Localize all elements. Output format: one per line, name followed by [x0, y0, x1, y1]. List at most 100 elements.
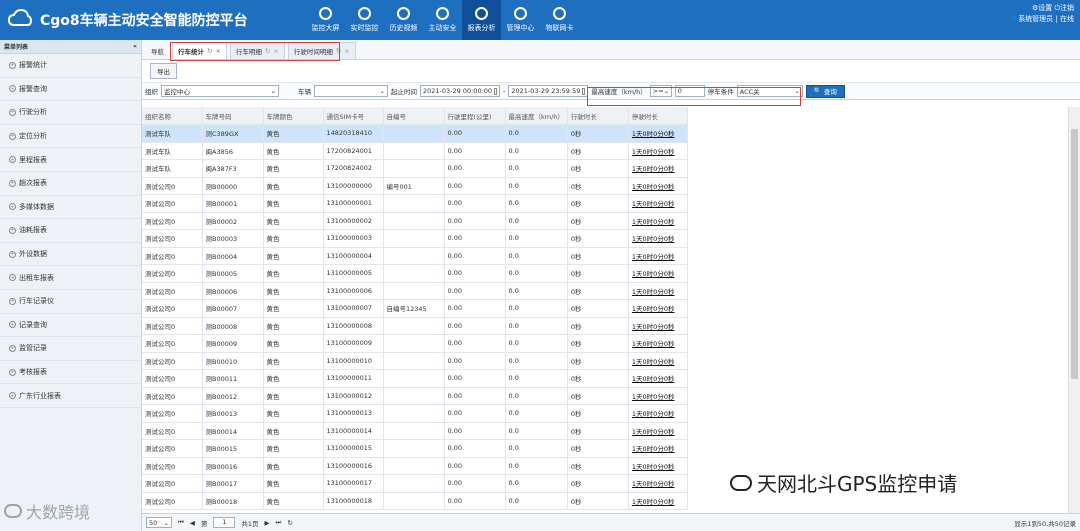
table-cell: 测B00017: [202, 474, 264, 493]
sidebar-item[interactable]: + 趟次报表: [0, 172, 141, 196]
table-row[interactable]: 测试公司0 测B00003 黄色 13100000003 0.00 0.0 0秒 1天0时0分…: [142, 229, 688, 248]
sidebar-item[interactable]: + 定位分析: [0, 125, 141, 149]
park-duration-link[interactable]: 1天0时0分0秒: [628, 439, 688, 458]
nav-item-4[interactable]: 报表分析: [462, 0, 501, 40]
column-header[interactable]: 行驶时长: [567, 107, 629, 125]
sidebar-item[interactable]: + 广东行业报表: [0, 384, 141, 408]
table-row[interactable]: 测试车队 闽A387F3 黄色 17200824002 0.00 0.0 0秒 1天0时0分0…: [142, 159, 688, 178]
column-header[interactable]: 通信SIM卡号: [323, 107, 384, 125]
query-button[interactable]: 🔍 查询: [805, 84, 845, 98]
collapse-icon[interactable]: «: [133, 43, 137, 50]
park-duration-link[interactable]: 1天0时0分0秒: [628, 124, 688, 143]
park-duration-link[interactable]: 1天0时0分0秒: [628, 142, 688, 160]
park-duration-link[interactable]: 1天0时0分0秒: [628, 247, 688, 265]
table-row[interactable]: 测试公司0 测B00000 黄色 13100000000 编号001 0.00 0.0 0秒 1…: [142, 177, 688, 195]
org-select[interactable]: 监控中心 ⌄: [161, 85, 279, 97]
column-header[interactable]: 最高速度（km/h）: [505, 107, 568, 125]
sidebar-item[interactable]: + 行驶分析: [0, 101, 141, 125]
table-row[interactable]: 测试公司0 测B00014 黄色 13100000014 0.00 0.0 0秒 1天0时0分…: [142, 422, 688, 440]
park-duration-link[interactable]: 1天0时0分0秒: [628, 212, 688, 230]
table-row[interactable]: 测试公司0 测B00010 黄色 13100000010 0.00 0.0 0秒 1天0时0分…: [142, 352, 688, 370]
calendar-icon[interactable]: [582, 87, 586, 95]
scrollbar-thumb[interactable]: [1071, 129, 1078, 379]
table-row[interactable]: 测试公司0 测B00011 黄色 13100000011 0.00 0.0 0秒 1天0时0分…: [142, 369, 688, 388]
table-row[interactable]: 测试公司0 测B00013 黄色 13100000013 0.00 0.0 0秒 1天0时0分…: [142, 404, 688, 423]
nav-item-5[interactable]: 管理中心: [501, 0, 540, 40]
park-duration-link[interactable]: 1天0时0分0秒: [628, 282, 688, 300]
calendar-icon[interactable]: [494, 87, 497, 95]
table-cell: [383, 282, 445, 300]
close-icon[interactable]: ×: [344, 47, 349, 55]
table-row[interactable]: 测试公司0 测B00017 黄色 13100000017 0.00 0.0 0秒 1天0时0分…: [142, 474, 688, 493]
park-duration-link[interactable]: 1天0时0分0秒: [628, 334, 688, 353]
table-cell: 黄色: [263, 177, 324, 195]
last-page-icon[interactable]: ⏭: [276, 518, 282, 527]
column-header[interactable]: 行驶里程(公里): [444, 107, 506, 125]
nav-item-0[interactable]: 监控大屏: [306, 0, 345, 40]
table-row[interactable]: 测试公司0 测B00007 黄色 13100000007 自编号12345 0.00 0.0…: [142, 299, 688, 318]
prev-page-icon[interactable]: ◀: [190, 519, 195, 527]
first-page-icon[interactable]: ⏮: [178, 518, 184, 527]
start-time-input[interactable]: 2021-03-29 00:00:00: [420, 85, 500, 97]
park-duration-link[interactable]: 1天0时0分0秒: [628, 229, 688, 248]
table-row[interactable]: 测试车队 闽A3856 黄色 17200824001 0.00 0.0 0秒 1天0时0分0秒: [142, 142, 688, 160]
park-duration-link[interactable]: 1天0时0分0秒: [628, 317, 688, 335]
park-duration-link[interactable]: 1天0时0分0秒: [628, 369, 688, 388]
table-row[interactable]: 测试公司0 测B00015 黄色 13100000015 0.00 0.0 0秒 1天0时0分…: [142, 439, 688, 458]
vertical-scrollbar[interactable]: [1068, 107, 1080, 513]
column-header[interactable]: 组织名称: [142, 107, 203, 125]
park-duration-link[interactable]: 1天0时0分0秒: [628, 474, 688, 493]
park-duration-link[interactable]: 1天0时0分0秒: [628, 352, 688, 370]
table-row[interactable]: 测试公司0 测B00006 黄色 13100000006 0.00 0.0 0秒 1天0时0分…: [142, 282, 688, 300]
sidebar-item[interactable]: + 监管记录: [0, 337, 141, 361]
table-row[interactable]: 测试公司0 测B00004 黄色 13100000004 0.00 0.0 0秒 1天0时0分…: [142, 247, 688, 265]
end-time-input[interactable]: 2021-03-29 23:59:59: [508, 85, 589, 97]
park-duration-link[interactable]: 1天0时0分0秒: [628, 194, 688, 213]
sidebar-item[interactable]: + 记录查询: [0, 314, 141, 338]
page-input[interactable]: 1: [213, 517, 236, 528]
table-row[interactable]: 测试公司0 测B00012 黄色 13100000012 0.00 0.0 0秒 1天0时0分…: [142, 387, 688, 405]
column-header[interactable]: 车牌号码: [202, 107, 264, 125]
export-button[interactable]: 导出: [150, 63, 177, 79]
sidebar-item[interactable]: + 里程报表: [0, 148, 141, 172]
page-size-select[interactable]: 50 ⌄: [146, 517, 172, 528]
nav-item-2[interactable]: 历史视频: [384, 0, 423, 40]
table-row[interactable]: 测试车队 测C389GX 黄色 14820318410 0.00 0.0 0秒 1天0时0分0…: [142, 124, 688, 143]
park-duration-link[interactable]: 1天0时0分0秒: [628, 492, 688, 510]
sidebar-item[interactable]: + 行车记录仪: [0, 290, 141, 314]
sidebar-item[interactable]: + 多媒体数据: [0, 196, 141, 220]
sidebar-item[interactable]: + 出租车报表: [0, 266, 141, 290]
table-row[interactable]: 测试公司0 测B00016 黄色 13100000016 0.00 0.0 0秒 1天0时0分…: [142, 457, 688, 475]
sidebar-item[interactable]: + 报警统计: [0, 54, 141, 78]
table-row[interactable]: 测试公司0 测B00001 黄色 13100000001 0.00 0.0 0秒 1天0时0分…: [142, 194, 688, 213]
nav-item-6[interactable]: 物联网卡: [540, 0, 579, 40]
park-duration-link[interactable]: 1天0时0分0秒: [628, 159, 688, 178]
park-duration-link[interactable]: 1天0时0分0秒: [628, 404, 688, 423]
table-row[interactable]: 测试公司0 测B00002 黄色 13100000002 0.00 0.0 0秒 1天0时0分…: [142, 212, 688, 230]
refresh-icon[interactable]: ↻: [287, 519, 292, 527]
vehicle-select[interactable]: ⌄: [314, 85, 388, 97]
table-row[interactable]: 测试公司0 测B00008 黄色 13100000008 0.00 0.0 0秒 1天0时0分…: [142, 317, 688, 335]
table-row[interactable]: 测试公司0 测B00009 黄色 13100000009 0.00 0.0 0秒 1天0时0分…: [142, 334, 688, 353]
nav-item-1[interactable]: 实时监控: [345, 0, 384, 40]
logout-link[interactable]: 注销: [1060, 4, 1074, 12]
sidebar-item[interactable]: + 考核报表: [0, 361, 141, 385]
tab-0[interactable]: 导航: [146, 42, 169, 59]
column-header[interactable]: 停驶时长: [628, 107, 688, 125]
settings-link[interactable]: 设置: [1038, 4, 1052, 12]
column-header[interactable]: 车牌颜色: [263, 107, 324, 125]
park-duration-link[interactable]: 1天0时0分0秒: [628, 299, 688, 318]
park-duration-link[interactable]: 1天0时0分0秒: [628, 264, 688, 283]
park-duration-link[interactable]: 1天0时0分0秒: [628, 177, 688, 195]
table-row[interactable]: 测试公司0 测B00018 黄色 13100000018 0.00 0.0 0秒 1天0时0分…: [142, 492, 688, 510]
column-header[interactable]: 自编号: [383, 107, 445, 125]
park-duration-link[interactable]: 1天0时0分0秒: [628, 457, 688, 475]
park-duration-link[interactable]: 1天0时0分0秒: [628, 422, 688, 440]
nav-item-3[interactable]: 主动安全: [423, 0, 462, 40]
sidebar-item[interactable]: + 油耗报表: [0, 219, 141, 243]
sidebar-item[interactable]: + 外设数据: [0, 243, 141, 267]
sidebar-item[interactable]: + 报警查询: [0, 78, 141, 102]
next-page-icon[interactable]: ▶: [265, 519, 270, 527]
table-row[interactable]: 测试公司0 测B00005 黄色 13100000005 0.00 0.0 0秒 1天0时0分…: [142, 264, 688, 283]
park-duration-link[interactable]: 1天0时0分0秒: [628, 387, 688, 405]
